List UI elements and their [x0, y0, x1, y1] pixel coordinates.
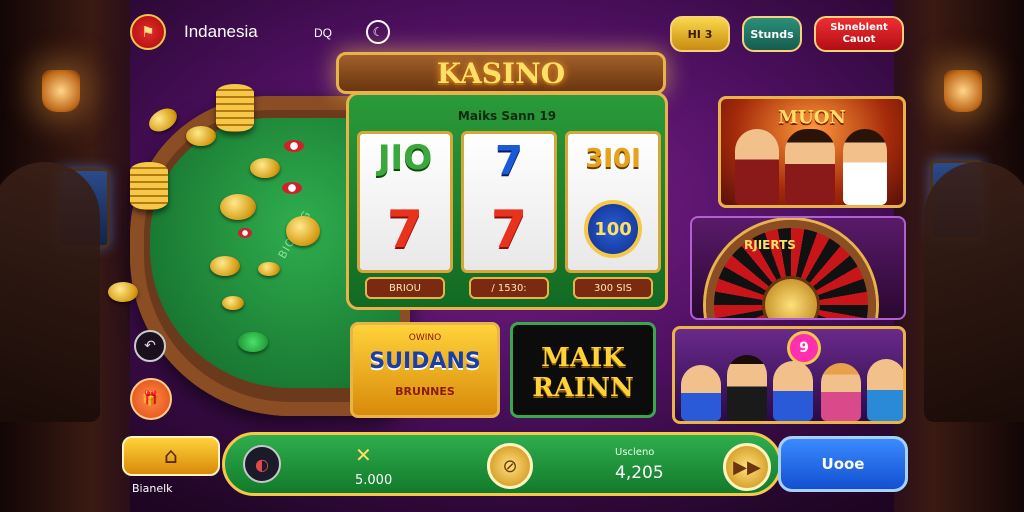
home-button[interactable]: ⌂ [122, 436, 220, 476]
coin-stack [130, 162, 168, 210]
maik-title: MAIK RAINN [513, 343, 653, 403]
host-figure [735, 129, 779, 205]
flag-icon[interactable]: ⚑ [130, 14, 166, 50]
game-tile-maik-rainn[interactable]: MAIK RAINN [510, 322, 656, 418]
coins-button[interactable]: HI 3 [670, 16, 730, 52]
reel-symbol-bottom: 100 [584, 200, 642, 258]
moon-icon[interactable]: ☾ [366, 20, 390, 44]
coins-label: HI 3 [687, 27, 713, 41]
suldans-kicker: OWINO [408, 333, 442, 343]
player-figure [727, 355, 767, 421]
suldans-subtitle: BRUNNES [395, 385, 455, 398]
slot-machine[interactable]: Maiks Sann 19 JIO 7 BRIOU 7 7 / 1530: 3I… [346, 92, 668, 310]
background-person [0, 162, 100, 422]
crowd-badge-text: 9 [799, 340, 809, 356]
coin-icon[interactable]: ⊘ [487, 443, 533, 489]
reel-label: / 1530: [469, 277, 549, 299]
reel-1: JIO 7 [357, 131, 453, 273]
coin-icon [258, 262, 280, 276]
host-figure [843, 129, 887, 205]
gift-icon[interactable]: 🎁 [130, 378, 172, 420]
slot-sign: KASINO [336, 52, 666, 94]
bottom-bar: ◐ ✕ 5.000 ⊘ Uscleno 4,205 ▶▶ [222, 432, 782, 496]
game-tile-live-crowd[interactable]: 9 [672, 326, 906, 424]
game-tile-suidans[interactable]: OWINO SUIDANS BRUNNES [350, 322, 500, 418]
deposit-button[interactable]: Sbneblent Cauot [814, 16, 904, 52]
balance-value: 4,205 [615, 463, 664, 483]
play-label: Uooe [821, 455, 865, 473]
signin-button[interactable]: Stunds [742, 16, 802, 52]
player-figure [773, 361, 813, 421]
balance-label: Uscleno [615, 447, 655, 458]
coin-icon [250, 158, 280, 178]
player-figure [681, 365, 721, 421]
game-tile-roulette[interactable]: RJIERTS [690, 216, 906, 320]
crowd-badge: 9 [787, 331, 821, 365]
reel-symbol-bottom: 7 [386, 200, 424, 260]
reel-symbol-bottom: 7 [490, 200, 528, 260]
play-button[interactable]: Uooe [778, 436, 908, 492]
reel-label: BRIOU [365, 277, 445, 299]
bet-value: 5.000 [355, 473, 393, 488]
slot-title: KASINO [436, 57, 566, 90]
green-chip-icon [238, 332, 268, 352]
reel-2: 7 7 [461, 131, 557, 273]
language-label[interactable]: DQ [314, 26, 332, 40]
reel-symbol-top: JIO [377, 138, 433, 178]
chip-icon [284, 140, 304, 152]
chip-icon [282, 182, 302, 194]
reel-symbol-top: 7 [495, 138, 523, 184]
roulette-text: RJIERTS [744, 238, 796, 252]
reel-label: 300 SIS [573, 277, 653, 299]
suldans-title: SUIDANS [369, 349, 481, 374]
chip-icon [238, 228, 252, 238]
signin-label: Stunds [750, 27, 794, 41]
muon-title: MUON [778, 107, 846, 128]
top-bar: ⚑ Indanesia DQ ☾ HI 3 Stunds Sbneblent C… [130, 14, 904, 54]
home-icon: ⌂ [164, 443, 178, 469]
roulette-wheel: RJIERTS [706, 220, 876, 318]
left-room-background [0, 0, 130, 512]
reel-badge-text: 100 [594, 218, 632, 240]
coin-icon [108, 282, 138, 302]
coin-icon [220, 194, 256, 220]
coin-icon [286, 216, 320, 246]
coin-stack [216, 84, 254, 132]
player-figure [867, 359, 903, 421]
host-figure [785, 129, 835, 205]
coin-icon [210, 256, 240, 276]
gauge-icon[interactable]: ◐ [243, 445, 281, 483]
home-label: Bianelk [132, 482, 173, 495]
coin-icon [222, 296, 244, 310]
deposit-label: Sbneblent Cauot [830, 22, 888, 45]
background-person [924, 162, 1024, 422]
roulette-hub [762, 276, 820, 318]
reel-3: 3I0I 100 [565, 131, 661, 273]
maik-line-2: RAINN [532, 373, 634, 403]
arrow-icon[interactable]: ▶▶ [723, 443, 771, 491]
coin-icon [186, 126, 216, 146]
lamp-icon [42, 70, 80, 112]
slot-subtitle: Maiks Sann 19 [457, 109, 557, 123]
lamp-icon [944, 70, 982, 112]
player-figure [821, 363, 861, 421]
tools-icon[interactable]: ✕ [355, 443, 372, 467]
reel-symbol-top: 3I0I [585, 144, 641, 174]
maik-line-1: MAIK [541, 343, 625, 373]
right-room-background [894, 0, 1024, 512]
game-tile-muon[interactable]: MUON [718, 96, 906, 208]
brand-title: Indanesia [184, 22, 258, 41]
back-icon[interactable]: ↶ [134, 330, 166, 362]
